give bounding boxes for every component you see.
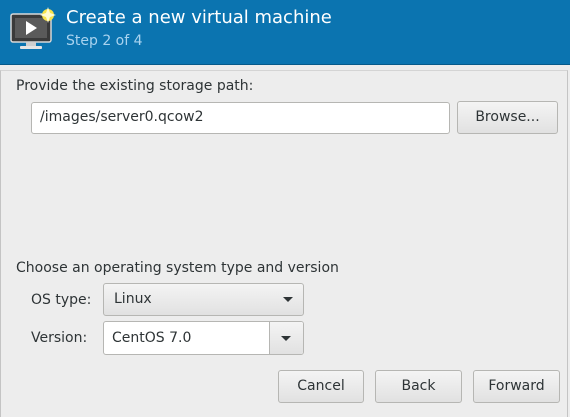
wizard-header: Create a new virtual machine Step 2 of 4 [0, 0, 570, 65]
back-button[interactable]: Back [375, 370, 462, 403]
cancel-button[interactable]: Cancel [278, 370, 364, 403]
browse-button[interactable]: Browse... [457, 101, 558, 134]
storage-path-label: Provide the existing storage path: [16, 78, 254, 94]
new-vm-icon [10, 7, 56, 49]
os-section-label: Choose an operating system type and vers… [16, 260, 339, 276]
wizard-content: Provide the existing storage path: /imag… [0, 70, 568, 417]
wizard-step: Step 2 of 4 [66, 33, 143, 49]
version-label: Version: [31, 330, 88, 346]
chevron-down-icon [281, 336, 291, 341]
wizard-title: Create a new virtual machine [66, 7, 332, 28]
storage-path-input[interactable]: /images/server0.qcow2 [31, 102, 450, 134]
version-dropdown-button[interactable] [269, 322, 303, 354]
os-type-value: Linux [114, 291, 152, 307]
chevron-down-icon [283, 297, 293, 302]
version-input[interactable]: CentOS 7.0 [112, 322, 191, 354]
os-type-select[interactable]: Linux [103, 283, 304, 316]
forward-button[interactable]: Forward [473, 370, 560, 403]
version-combo[interactable]: CentOS 7.0 [103, 321, 304, 355]
os-type-label: OS type: [31, 292, 92, 308]
